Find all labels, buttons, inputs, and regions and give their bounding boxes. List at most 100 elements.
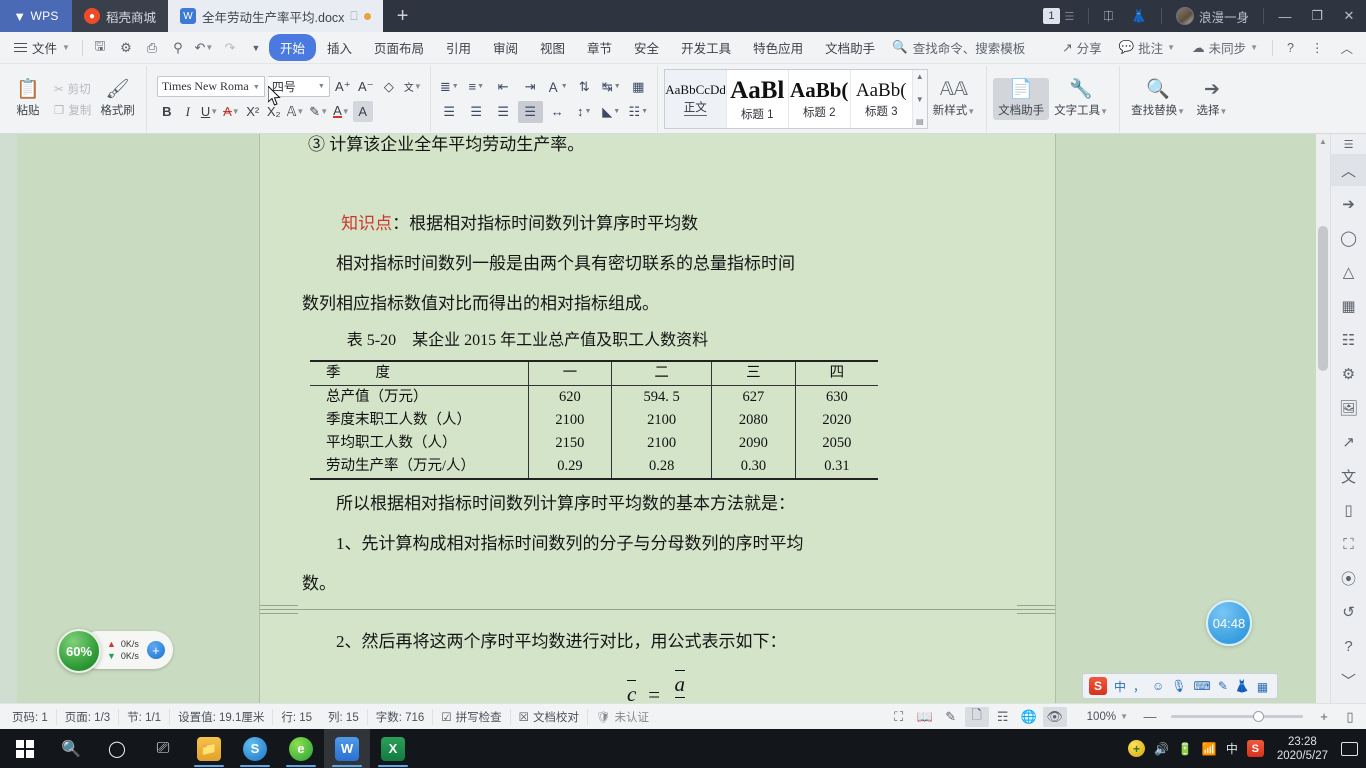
- print-preview-icon[interactable]: ⚙: [113, 36, 139, 60]
- increase-indent-icon[interactable]: ⇥: [518, 76, 543, 98]
- style-gallery-scroll[interactable]: ▲ ▼ ▤: [912, 70, 927, 128]
- taskbar-app-file-explorer[interactable]: 📁: [186, 729, 232, 768]
- print-icon[interactable]: ⎙: [139, 36, 165, 60]
- vip-icon[interactable]: ⎅: [1095, 0, 1121, 32]
- window-counter[interactable]: 1 ☰: [1035, 0, 1082, 32]
- settings-sliders-icon[interactable]: ⚙: [1334, 358, 1364, 390]
- shrink-font-button[interactable]: A⁻: [356, 76, 376, 97]
- char-shading-button[interactable]: A: [352, 101, 373, 122]
- tab-start[interactable]: 开始: [268, 34, 316, 61]
- line-spacing-icon[interactable]: ↕ ▼: [572, 101, 597, 123]
- document-scrollbar[interactable]: ▲: [1316, 134, 1330, 703]
- scrollbar-thumb[interactable]: [1318, 226, 1328, 371]
- ime-punctuation-icon[interactable]: ，: [1133, 678, 1145, 695]
- wifi-icon[interactable]: 📶: [1202, 742, 1217, 756]
- status-row[interactable]: 行: 15: [273, 709, 320, 725]
- undo-icon[interactable]: ↶ ▼: [191, 36, 217, 60]
- ime-toolbox-icon[interactable]: ▦: [1257, 680, 1271, 694]
- translate-icon[interactable]: 文: [1334, 460, 1364, 492]
- network-expand-button[interactable]: +: [146, 641, 165, 659]
- tab-page-layout[interactable]: 页面布局: [363, 34, 435, 61]
- dock-badge-icon[interactable]: ⦿: [1334, 562, 1364, 594]
- document-canvas[interactable]: ③ 计算该企业全年平均劳动生产率。 知识点：根据相对指标时间数列计算序时平均数 …: [0, 134, 1366, 703]
- sogou-ime-icon[interactable]: S: [1089, 677, 1107, 695]
- style-more-icon[interactable]: ▤: [916, 117, 924, 126]
- ime-handwriting-icon[interactable]: ✎: [1218, 679, 1228, 693]
- style-heading-2[interactable]: AaBb( 标题 2: [789, 70, 851, 128]
- data-table[interactable]: 季 度 一 二 三 四 总产值（万元） 620 594. 5 627 630 季…: [310, 360, 878, 480]
- table-borders-icon[interactable]: ▦: [626, 76, 651, 98]
- status-spellcheck[interactable]: ☑ 拼写检查: [433, 708, 511, 725]
- redo-icon[interactable]: ↷: [217, 36, 243, 60]
- sort-icon[interactable]: ⇅: [572, 76, 597, 98]
- ime-mode-label[interactable]: 中: [1114, 678, 1126, 695]
- text-tools-button[interactable]: 🔧 文字工具▼: [1049, 78, 1113, 120]
- taskbar-app-sogou-browser[interactable]: S: [232, 729, 278, 768]
- document-page[interactable]: ③ 计算该企业全年平均劳动生产率。 知识点：根据相对指标时间数列计算序时平均数 …: [260, 134, 1055, 703]
- tab-developer[interactable]: 开发工具: [670, 34, 742, 61]
- new-tab-button[interactable]: +: [383, 0, 423, 32]
- security-shield-icon[interactable]: +: [1127, 740, 1145, 757]
- customize-icon[interactable]: ▼: [243, 36, 269, 60]
- ime-skin-icon[interactable]: 👗: [1235, 679, 1250, 693]
- zoom-in-button[interactable]: +: [1312, 707, 1336, 727]
- show-marks-icon[interactable]: ↹ ▼: [599, 76, 624, 98]
- superscript-button[interactable]: X²: [243, 101, 263, 122]
- close-button[interactable]: ✕: [1334, 0, 1364, 32]
- italic-button[interactable]: I: [178, 101, 198, 122]
- status-page-count[interactable]: 页面: 1/3: [57, 708, 120, 725]
- web-layout-icon[interactable]: 🌐: [1017, 707, 1041, 727]
- edit-pen-icon[interactable]: ✎: [939, 707, 963, 727]
- numbering-icon[interactable]: ≡ ▼: [464, 76, 489, 98]
- tab-doc-assistant[interactable]: 文档助手: [814, 34, 886, 61]
- fit-page-icon[interactable]: ▯: [1338, 707, 1362, 727]
- battery-icon[interactable]: 🔋: [1178, 742, 1193, 756]
- tab-document[interactable]: W 全年劳动生产率平均.docx ⎕: [168, 0, 383, 32]
- pinyin-guide-icon[interactable]: 文 ▼: [402, 76, 424, 97]
- pane-handle-icon[interactable]: ☰: [1334, 136, 1364, 152]
- ime-toolbar[interactable]: S 中 ， ☺ 🎙 ⌨ ✎ 👗 ▦: [1082, 673, 1278, 699]
- taskbar-app-excel[interactable]: X: [370, 729, 416, 768]
- pane-collapse-down-button[interactable]: ﹀: [1334, 664, 1364, 696]
- image-frame-icon[interactable]: 🖼: [1334, 392, 1364, 424]
- network-speed-widget[interactable]: ▲ 0K/s ▼ 0K/s + 60%: [57, 627, 173, 673]
- justify-icon[interactable]: ☰: [517, 100, 543, 123]
- copy-button[interactable]: ❐ 复制: [50, 100, 95, 120]
- zoom-level-dropdown[interactable]: 100% ▼: [1079, 709, 1136, 725]
- style-normal[interactable]: AaBbCcDd 正文: [664, 70, 727, 128]
- share-export-icon[interactable]: ↗: [1334, 426, 1364, 458]
- style-heading-1[interactable]: AaBl 标题 1: [727, 70, 789, 128]
- taskbar-clock[interactable]: 23:28 2020/5/27: [1273, 735, 1332, 763]
- status-word-count[interactable]: 字数: 716: [368, 708, 434, 725]
- shading-icon[interactable]: ◣ ▼: [599, 101, 624, 123]
- ime-keyboard-icon[interactable]: ⌨: [1194, 679, 1211, 693]
- reading-layout-icon[interactable]: 📖: [913, 707, 937, 727]
- align-right-icon[interactable]: ☰: [491, 101, 516, 123]
- timer-bubble[interactable]: 04:48: [1206, 600, 1252, 646]
- status-proofread[interactable]: ☒ 文档校对: [511, 708, 588, 725]
- ime-indicator[interactable]: 中: [1226, 740, 1238, 757]
- doc-assistant-button[interactable]: 📄 文档助手: [993, 78, 1050, 120]
- tab-security[interactable]: 安全: [623, 34, 670, 61]
- zoom-slider-knob[interactable]: [1253, 711, 1264, 722]
- strikethrough-button[interactable]: A ▼: [221, 101, 242, 122]
- scroll-down-icon[interactable]: ▼: [916, 95, 924, 104]
- tab-view[interactable]: 视图: [529, 34, 576, 61]
- search-doc-icon[interactable]: ⚲: [165, 36, 191, 60]
- select-button[interactable]: ➔ 选择▼: [1190, 78, 1234, 120]
- status-uncertified[interactable]: 🛡 未认证: [588, 709, 657, 725]
- skin-shirt-icon[interactable]: 👗: [1123, 0, 1155, 32]
- notification-icon[interactable]: [1341, 741, 1358, 756]
- text-effect-button[interactable]: 𝔸 ▼: [285, 101, 307, 122]
- share-button[interactable]: ↗ 分享: [1055, 38, 1109, 57]
- shapes-icon[interactable]: ◯: [1334, 222, 1364, 254]
- font-family-input[interactable]: Times New Roma ▼: [156, 76, 265, 97]
- align-center-icon[interactable]: ☰: [464, 101, 489, 123]
- memory-usage-badge[interactable]: 60%: [57, 629, 101, 673]
- task-view-icon[interactable]: ⎚: [140, 729, 186, 768]
- align-left-icon[interactable]: ☰: [437, 101, 462, 123]
- command-search[interactable]: 🔍 查找命令、搜索模板: [886, 38, 1031, 57]
- outline-icon[interactable]: ☶: [991, 707, 1015, 727]
- taskbar-app-360-browser[interactable]: e: [278, 729, 324, 768]
- new-style-button[interactable]: 𝔸𝔸 新样式▼: [928, 78, 980, 120]
